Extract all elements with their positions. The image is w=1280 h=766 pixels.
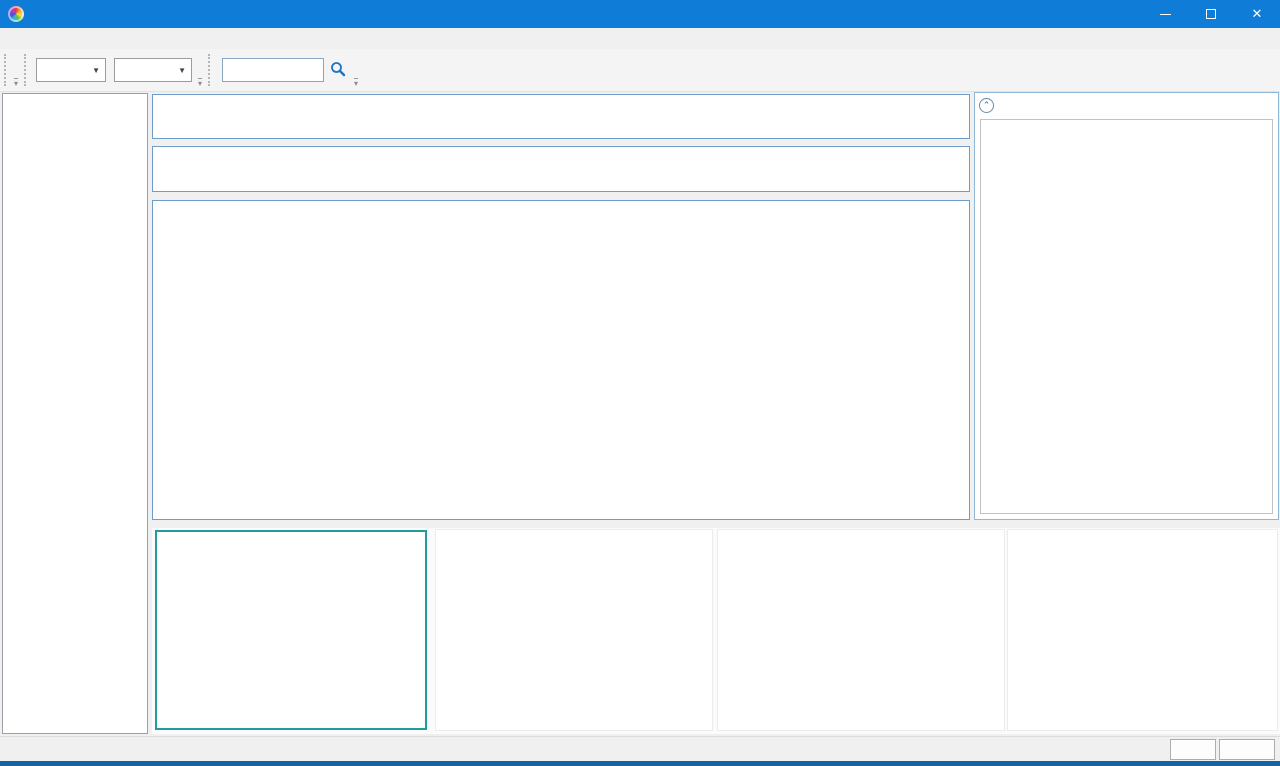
tolerance-table <box>152 94 970 139</box>
lab-locus-chart[interactable] <box>1007 529 1278 731</box>
toolbar-grip <box>208 54 213 86</box>
sample-tree <box>2 93 148 734</box>
minimize-button[interactable] <box>1142 0 1188 28</box>
toolbar-overflow-icon[interactable]: ▾ <box>198 78 202 88</box>
app-logo-icon <box>8 6 24 22</box>
toolbar-grip <box>24 54 29 86</box>
illuminant-select[interactable]: ▼ <box>114 58 192 82</box>
app-window: { "window": { "title": "SQCX" }, "menu":… <box>0 0 1280 766</box>
toolbar: ▾ ▼ ▼ ▾ ▾ <box>0 49 1280 92</box>
panel-header: ⌃ <box>975 93 1278 117</box>
bottom-accent-strip <box>0 761 1280 766</box>
auto-mode-button[interactable] <box>1170 739 1216 760</box>
collapse-icon[interactable]: ⌃ <box>979 98 994 113</box>
toolbar-overflow-icon[interactable]: ▾ <box>14 78 18 88</box>
search-icon[interactable] <box>330 61 346 80</box>
chevron-down-icon: ▼ <box>84 66 100 75</box>
maximize-button[interactable] <box>1188 0 1234 28</box>
title-bar: ✕ <box>0 0 1280 28</box>
color-difference-panel: ⌃ <box>974 92 1279 520</box>
delta-ab-scatter-chart[interactable] <box>155 530 427 730</box>
menu-bar <box>0 28 1280 49</box>
sci-sce-select[interactable]: ▼ <box>36 58 106 82</box>
sample-table <box>152 200 970 520</box>
chevron-down-icon: ▼ <box>170 66 186 75</box>
toolbar-overflow-icon[interactable]: ▾ <box>354 78 358 88</box>
standard-table <box>152 146 970 192</box>
status-bar <box>0 736 1280 761</box>
search-input[interactable] <box>222 58 324 82</box>
chart-strip <box>152 528 1280 734</box>
cie-lab-card <box>980 119 1273 514</box>
delta-e-trend-chart[interactable] <box>435 529 713 731</box>
reflectance-chart[interactable] <box>717 529 1005 731</box>
toolbar-grip <box>4 54 9 86</box>
close-button[interactable]: ✕ <box>1234 0 1280 28</box>
status-empty-box <box>1219 739 1275 760</box>
